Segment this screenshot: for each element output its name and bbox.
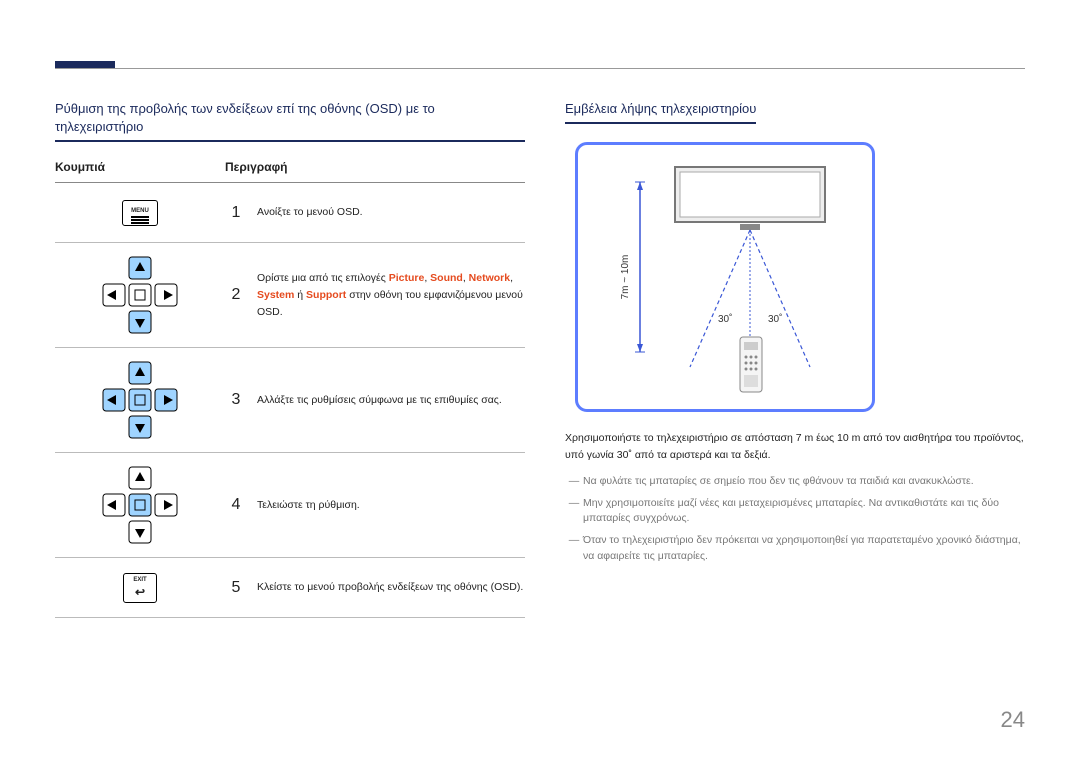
highlight-support: Support [306, 289, 346, 301]
notes-list: ― Να φυλάτε τις μπαταρίες σε σημείο που … [565, 474, 1025, 565]
button-graphic-enter [55, 465, 225, 545]
menu-label: MENU [131, 208, 149, 214]
exit-label: EXIT [133, 577, 146, 583]
exit-button-icon: EXIT ↩ [123, 573, 157, 603]
angle-left-label: 30˚ [718, 313, 732, 325]
angle-right-label: 30˚ [768, 313, 782, 325]
highlight-picture: Picture [389, 272, 425, 284]
step-number: 1 [225, 204, 247, 222]
note-item: ― Μην χρησιμοποιείτε μαζί νέες και μεταχ… [565, 496, 1025, 528]
note-item: ― Όταν το τηλεχειριστήριο δεν πρόκειται … [565, 533, 1025, 565]
manual-page: Ρύθμιση της προβολής των ενδείξεων επί τ… [0, 0, 1080, 763]
button-graphic-exit: EXIT ↩ [55, 573, 225, 603]
th-buttons: Κουμπιά [55, 160, 225, 174]
remote-range-diagram: 7m ~ 10m 30˚ 30˚ [575, 142, 875, 412]
highlight-sound: Sound [430, 272, 463, 284]
step-description: Αλλάξτε τις ρυθμίσεις σύμφωνα με τις επι… [247, 392, 525, 409]
step-number: 3 [225, 391, 247, 409]
hamburger-icon [131, 216, 149, 218]
distance-label: 7m ~ 10m [620, 255, 631, 300]
highlight-network: Network [469, 272, 510, 284]
table-row: MENU 1 Ανοίξτε το μενού OSD. [55, 183, 525, 243]
step-number: 2 [225, 286, 247, 304]
dpad-up-down-icon [95, 255, 185, 335]
section-title-osd: Ρύθμιση της προβολής των ενδείξεων επί τ… [55, 100, 525, 142]
note-text: Να φυλάτε τις μπαταρίες σε σημείο που δε… [583, 474, 974, 490]
note-text: Μην χρησιμοποιείτε μαζί νέες και μεταχει… [583, 496, 1025, 528]
step-description: Ορίστε μια από τις επιλογές Picture, Sou… [247, 270, 525, 320]
dpad-center-icon [95, 465, 185, 545]
note-item: ― Να φυλάτε τις μπαταρίες σε σημείο που … [565, 474, 1025, 490]
header-rule [55, 68, 1025, 69]
step-number: 5 [225, 579, 247, 597]
table-row: 2 Ορίστε μια από τις επιλογές Picture, S… [55, 243, 525, 348]
highlight-system: System [257, 289, 294, 301]
button-graphic-menu: MENU [55, 200, 225, 226]
left-column: Ρύθμιση της προβολής των ενδείξεων επί τ… [55, 100, 525, 618]
page-number: 24 [1001, 707, 1025, 733]
range-diagram-svg: 7m ~ 10m 30˚ 30˚ [585, 152, 865, 402]
step-description: Ανοίξτε το μενού OSD. [247, 204, 525, 221]
return-arrow-icon: ↩ [135, 585, 145, 599]
range-description: Χρησιμοποιήστε το τηλεχειριστήριο σε από… [565, 430, 1025, 464]
button-graphic-dpad [55, 255, 225, 335]
dpad-all-icon [95, 360, 185, 440]
dash-icon: ― [565, 474, 583, 490]
table-header: Κουμπιά Περιγραφή [55, 160, 525, 183]
th-description: Περιγραφή [225, 160, 525, 174]
step-description: Κλείστε το μενού προβολής ενδείξεων της … [247, 579, 525, 596]
table-row: EXIT ↩ 5 Κλείστε το μενού προβολής ενδεί… [55, 558, 525, 618]
right-column: Εμβέλεια λήψης τηλεχειριστηρίου 7m ~ 10m [565, 100, 1025, 618]
step-description: Τελειώστε τη ρύθμιση. [247, 497, 525, 514]
table-row: 4 Τελειώστε τη ρύθμιση. [55, 453, 525, 558]
dash-icon: ― [565, 533, 583, 565]
menu-button-icon: MENU [122, 200, 158, 226]
table-row: 3 Αλλάξτε τις ρυθμίσεις σύμφωνα με τις ε… [55, 348, 525, 453]
step-number: 4 [225, 496, 247, 514]
two-column-layout: Ρύθμιση της προβολής των ενδείξεων επί τ… [55, 100, 1025, 618]
dash-icon: ― [565, 496, 583, 528]
section-title-range: Εμβέλεια λήψης τηλεχειριστηρίου [565, 100, 756, 124]
note-text: Όταν το τηλεχειριστήριο δεν πρόκειται να… [583, 533, 1025, 565]
button-graphic-dpad-all [55, 360, 225, 440]
